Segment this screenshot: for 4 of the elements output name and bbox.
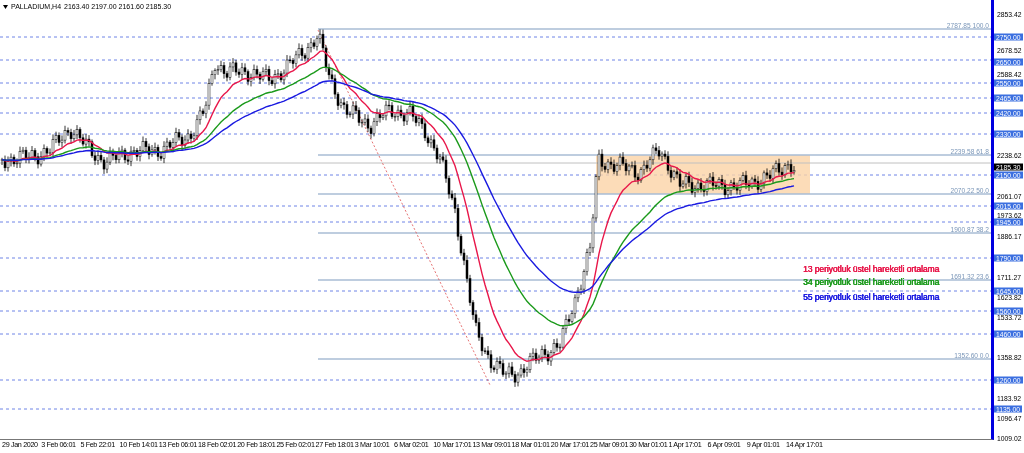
- indicator-legend-label: 13 periyotluk üstel hareketli ortalama: [803, 264, 940, 274]
- indicator-legend-label: 34 periyotluk üstel hareketli ortalama: [803, 277, 940, 287]
- dropdown-triangle-icon[interactable]: [3, 4, 8, 9]
- indicator-legend-label: 55 periyotluk üstel hareketli ortalama: [803, 292, 940, 302]
